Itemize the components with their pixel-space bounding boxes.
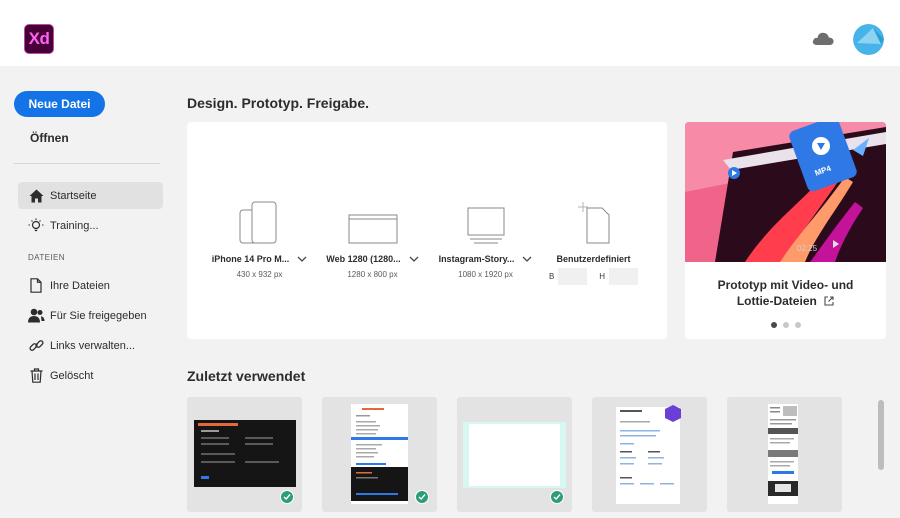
- web-artboard-icon: [348, 214, 397, 244]
- chevron-down-icon[interactable]: [297, 255, 307, 263]
- height-input[interactable]: [609, 268, 639, 285]
- file-thumbnail: [616, 405, 681, 504]
- file-thumbnail: [768, 404, 798, 504]
- preset-name: Web 1280 (1280...: [326, 254, 401, 264]
- phone-artboard-icon: [239, 201, 276, 244]
- preset-instagram[interactable]: Instagram-Story... 1080 x 1920 px: [428, 200, 543, 279]
- promo-card[interactable]: 02:25 MP4 Prototyp mit Video- und Lottie…: [685, 122, 886, 339]
- synced-check-icon: [280, 490, 294, 504]
- custom-artboard-icon: [577, 202, 609, 244]
- scrollbar[interactable]: [878, 400, 884, 470]
- synced-check-icon: [550, 490, 564, 504]
- sidebar-item-home[interactable]: Startseite: [18, 182, 163, 209]
- recent-file-card[interactable]: [727, 397, 842, 512]
- user-avatar[interactable]: [853, 24, 884, 55]
- new-file-button[interactable]: Neue Datei: [14, 91, 105, 117]
- sidebar-item-training[interactable]: Training...: [18, 212, 163, 239]
- synced-check-icon: [415, 490, 429, 504]
- trash-icon: [27, 367, 45, 385]
- promo-video-image: 02:25 MP4: [685, 122, 886, 262]
- recent-file-card[interactable]: [457, 397, 572, 512]
- preset-iphone[interactable]: iPhone 14 Pro M... 430 x 932 px: [202, 200, 317, 279]
- home-icon: [27, 187, 45, 205]
- carousel-dot[interactable]: [770, 322, 777, 328]
- link-icon: [27, 337, 45, 355]
- presets-card: iPhone 14 Pro M... 430 x 932 px Web 1280…: [187, 122, 667, 339]
- sidebar-item-label: Gelöscht: [50, 369, 94, 382]
- xd-logo: Xd: [24, 24, 54, 54]
- recent-file-card[interactable]: [187, 397, 302, 512]
- external-link-icon: [824, 296, 834, 306]
- preset-size: 1080 x 1920 px: [458, 270, 513, 279]
- sidebar-item-label: Für Sie freigegeben: [50, 309, 147, 322]
- monitor-artboard-icon: [467, 207, 504, 244]
- promo-title-line1: Prototyp mit Video- und: [717, 278, 854, 292]
- height-label: H: [599, 272, 606, 281]
- recent-file-card[interactable]: [592, 397, 707, 512]
- xd-logo-text: Xd: [28, 29, 50, 48]
- sidebar-divider: [14, 163, 160, 164]
- open-file-link[interactable]: Öffnen: [30, 131, 69, 145]
- carousel-dot[interactable]: [782, 322, 789, 328]
- sidebar-item-deleted[interactable]: Gelöscht: [18, 362, 163, 389]
- preset-size: 1280 x 800 px: [347, 270, 398, 279]
- sidebar-item-label: Training...: [50, 219, 99, 232]
- shared-user-icon: [27, 307, 45, 325]
- chevron-down-icon[interactable]: [409, 255, 419, 263]
- document-icon: [27, 277, 45, 295]
- preset-custom[interactable]: Benutzerdefiniert B H: [536, 200, 651, 285]
- top-bar: Xd: [0, 0, 900, 66]
- video-time: 02:25: [797, 244, 818, 253]
- preset-web[interactable]: Web 1280 (1280... 1280 x 800 px: [315, 200, 430, 279]
- sidebar-item-manage-links[interactable]: Links verwalten...: [18, 332, 163, 359]
- recent-files-title: Zuletzt verwendet: [187, 368, 306, 384]
- preset-name: Instagram-Story...: [438, 254, 515, 264]
- sidebar-item-your-files[interactable]: Ihre Dateien: [18, 272, 163, 299]
- width-input[interactable]: [558, 268, 588, 285]
- sidebar-item-label: Ihre Dateien: [50, 279, 110, 292]
- sidebar-item-label: Startseite: [50, 189, 97, 202]
- chevron-down-icon[interactable]: [522, 255, 532, 263]
- width-label: B: [548, 272, 555, 281]
- cloud-icon[interactable]: [811, 30, 835, 46]
- preset-name: iPhone 14 Pro M...: [211, 254, 290, 264]
- preset-name: Benutzerdefiniert: [556, 254, 631, 264]
- sidebar-item-label: Links verwalten...: [50, 339, 135, 352]
- page-title: Design. Prototyp. Freigabe.: [187, 95, 370, 111]
- files-section-label: DATEIEN: [28, 253, 65, 262]
- sidebar: Neue Datei Öffnen Startseite Training...…: [0, 66, 170, 518]
- lightbulb-icon: [27, 217, 45, 235]
- sidebar-item-shared[interactable]: Für Sie freigegeben: [18, 302, 163, 329]
- promo-title[interactable]: Prototyp mit Video- und Lottie-Dateien: [685, 277, 886, 309]
- promo-title-line2: Lottie-Dateien: [736, 294, 817, 308]
- recent-file-card[interactable]: [322, 397, 437, 512]
- preset-size: 430 x 932 px: [236, 270, 283, 279]
- carousel-dots: [685, 322, 886, 328]
- carousel-dot[interactable]: [794, 322, 801, 328]
